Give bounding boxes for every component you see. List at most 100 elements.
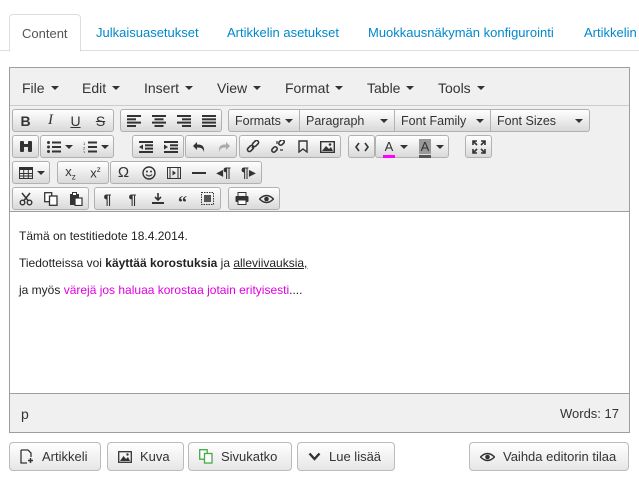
unlink-icon[interactable] xyxy=(265,136,290,157)
insert-image-button[interactable]: Kuva xyxy=(107,442,184,471)
special-character-icon[interactable]: Ω xyxy=(111,162,136,183)
align-right-icon[interactable] xyxy=(171,110,196,131)
menu-tools[interactable]: Tools xyxy=(438,80,485,96)
rich-text-editor: File Edit Insert View Format Table Tools… xyxy=(9,67,630,433)
redo-icon[interactable] xyxy=(211,136,236,157)
colored-text: värejä jos haluaa korostaa jotain erityi… xyxy=(63,283,290,297)
indent-group xyxy=(132,135,184,158)
insert-article-label: Artikkeli xyxy=(42,449,88,464)
history-group xyxy=(185,135,237,158)
element-path[interactable]: p xyxy=(21,406,29,422)
chevron-down-icon xyxy=(380,119,388,123)
chevron-down-icon xyxy=(476,119,484,123)
tab-publishing[interactable]: Julkaisuasetukset xyxy=(84,14,211,52)
editor-statusbar: p Words: 17 xyxy=(10,393,629,432)
insert-image-label: Kuva xyxy=(140,449,170,464)
bold-text: käyttää korostuksia xyxy=(105,256,218,270)
blockquote-icon[interactable]: “ xyxy=(170,188,195,211)
subscript-icon[interactable]: xz xyxy=(58,162,83,183)
font-sizes-label: Font Sizes xyxy=(497,113,557,128)
color-group: A A xyxy=(375,135,449,158)
fullscreen-icon[interactable] xyxy=(466,136,491,157)
link-icon[interactable] xyxy=(240,136,265,157)
insert-pagebreak-button[interactable]: Sivukatko xyxy=(188,442,292,471)
visual-chars-icon[interactable]: ¶ xyxy=(120,188,145,209)
ltr-icon[interactable]: ◂¶ xyxy=(211,162,236,183)
strikethrough-icon[interactable]: S xyxy=(88,110,113,131)
paste-icon[interactable] xyxy=(63,188,88,209)
bold-icon[interactable]: B xyxy=(13,110,38,131)
menu-view-label: View xyxy=(217,80,248,96)
word-count: Words: 17 xyxy=(559,406,619,421)
menu-format[interactable]: Format xyxy=(285,80,344,96)
align-left-icon[interactable] xyxy=(121,110,146,131)
image-icon[interactable] xyxy=(315,136,340,157)
print-icon[interactable] xyxy=(229,188,254,209)
bullet-list-icon[interactable] xyxy=(41,136,77,157)
menu-insert[interactable]: Insert xyxy=(144,80,194,96)
horizontal-rule-icon[interactable] xyxy=(186,162,211,183)
insert-pagebreak-label: Sivukatko xyxy=(221,449,278,464)
show-blocks-icon[interactable]: ¶ xyxy=(95,188,120,209)
editor-toolbar: B I U S Formats Paragraph Font Family Fo… xyxy=(10,106,629,212)
read-more-button[interactable]: Lue lisää xyxy=(297,442,395,471)
menu-file-label: File xyxy=(22,80,45,96)
code-icon[interactable] xyxy=(349,136,374,157)
menu-edit[interactable]: Edit xyxy=(82,80,121,96)
paragraph-label: Paragraph xyxy=(306,113,365,128)
script-group: xz xz xyxy=(57,161,109,184)
read-more-label: Lue lisää xyxy=(329,449,382,464)
find-icon[interactable] xyxy=(13,136,38,157)
content-paragraph-3: ja myös värejä jos haluaa korostaa jotai… xyxy=(19,282,620,298)
menu-file[interactable]: File xyxy=(22,80,59,96)
rtl-icon[interactable]: ¶▸ xyxy=(236,162,261,183)
tab-content[interactable]: Content xyxy=(9,14,81,52)
menu-insert-label: Insert xyxy=(144,80,180,96)
formats-dropdown[interactable]: Formats xyxy=(229,110,300,131)
chevron-down-icon xyxy=(308,452,321,461)
emoticon-icon[interactable] xyxy=(136,162,161,183)
alignment-group xyxy=(120,109,222,132)
bookmark-icon[interactable] xyxy=(290,136,315,157)
content-paragraph-2: Tiedotteissa voi käyttää korostuksia ja … xyxy=(19,255,620,271)
italic-icon[interactable]: I xyxy=(38,110,63,131)
background-color-icon[interactable]: A xyxy=(412,136,448,158)
align-center-icon[interactable] xyxy=(146,110,171,131)
align-justify-icon[interactable] xyxy=(196,110,221,131)
indent-icon[interactable] xyxy=(158,136,183,157)
preview-icon[interactable] xyxy=(254,188,279,209)
tab-article-more[interactable]: Artikkelin xyxy=(572,14,639,52)
tab-editor-config[interactable]: Muokkausnäkymän konfigurointi xyxy=(356,14,566,52)
menu-table-label: Table xyxy=(367,80,401,96)
chevron-down-icon xyxy=(406,86,415,90)
numbered-list-icon[interactable]: 123 xyxy=(77,136,113,157)
superscript-icon[interactable]: xz xyxy=(83,162,108,183)
font-family-label: Font Family xyxy=(401,113,467,128)
insert-group xyxy=(239,135,341,158)
underline-icon[interactable]: U xyxy=(63,110,88,131)
copy-icon[interactable] xyxy=(38,188,63,209)
editor-content-area[interactable]: Tämä on testitiedote 18.4.2014. Tiedotte… xyxy=(10,212,629,393)
insert-file-icon[interactable] xyxy=(145,188,170,209)
eye-icon xyxy=(480,452,495,461)
undo-icon[interactable] xyxy=(186,136,211,157)
print-group xyxy=(228,187,280,210)
outdent-icon[interactable] xyxy=(133,136,158,157)
formats-label: Formats xyxy=(235,113,281,128)
media-icon[interactable] xyxy=(161,162,186,183)
font-family-dropdown[interactable]: Font Family xyxy=(395,110,491,131)
chevron-down-icon xyxy=(476,86,485,90)
menu-table[interactable]: Table xyxy=(367,80,415,96)
text-color-icon[interactable]: A xyxy=(376,136,412,158)
font-sizes-dropdown[interactable]: Font Sizes xyxy=(491,110,589,131)
paragraph-dropdown[interactable]: Paragraph xyxy=(300,110,395,131)
insert-article-button[interactable]: Artikkeli xyxy=(9,442,101,471)
toggle-editor-button[interactable]: Vaihda editorin tilaa xyxy=(469,442,629,471)
table-icon[interactable] xyxy=(13,162,49,183)
tab-article-options[interactable]: Artikkelin asetukset xyxy=(215,14,351,52)
menu-view[interactable]: View xyxy=(217,80,262,96)
format-dropdowns-group: Formats Paragraph Font Family Font Sizes xyxy=(228,109,590,132)
cut-icon[interactable] xyxy=(13,188,38,209)
template-icon[interactable] xyxy=(195,188,220,209)
menu-tools-label: Tools xyxy=(438,80,471,96)
